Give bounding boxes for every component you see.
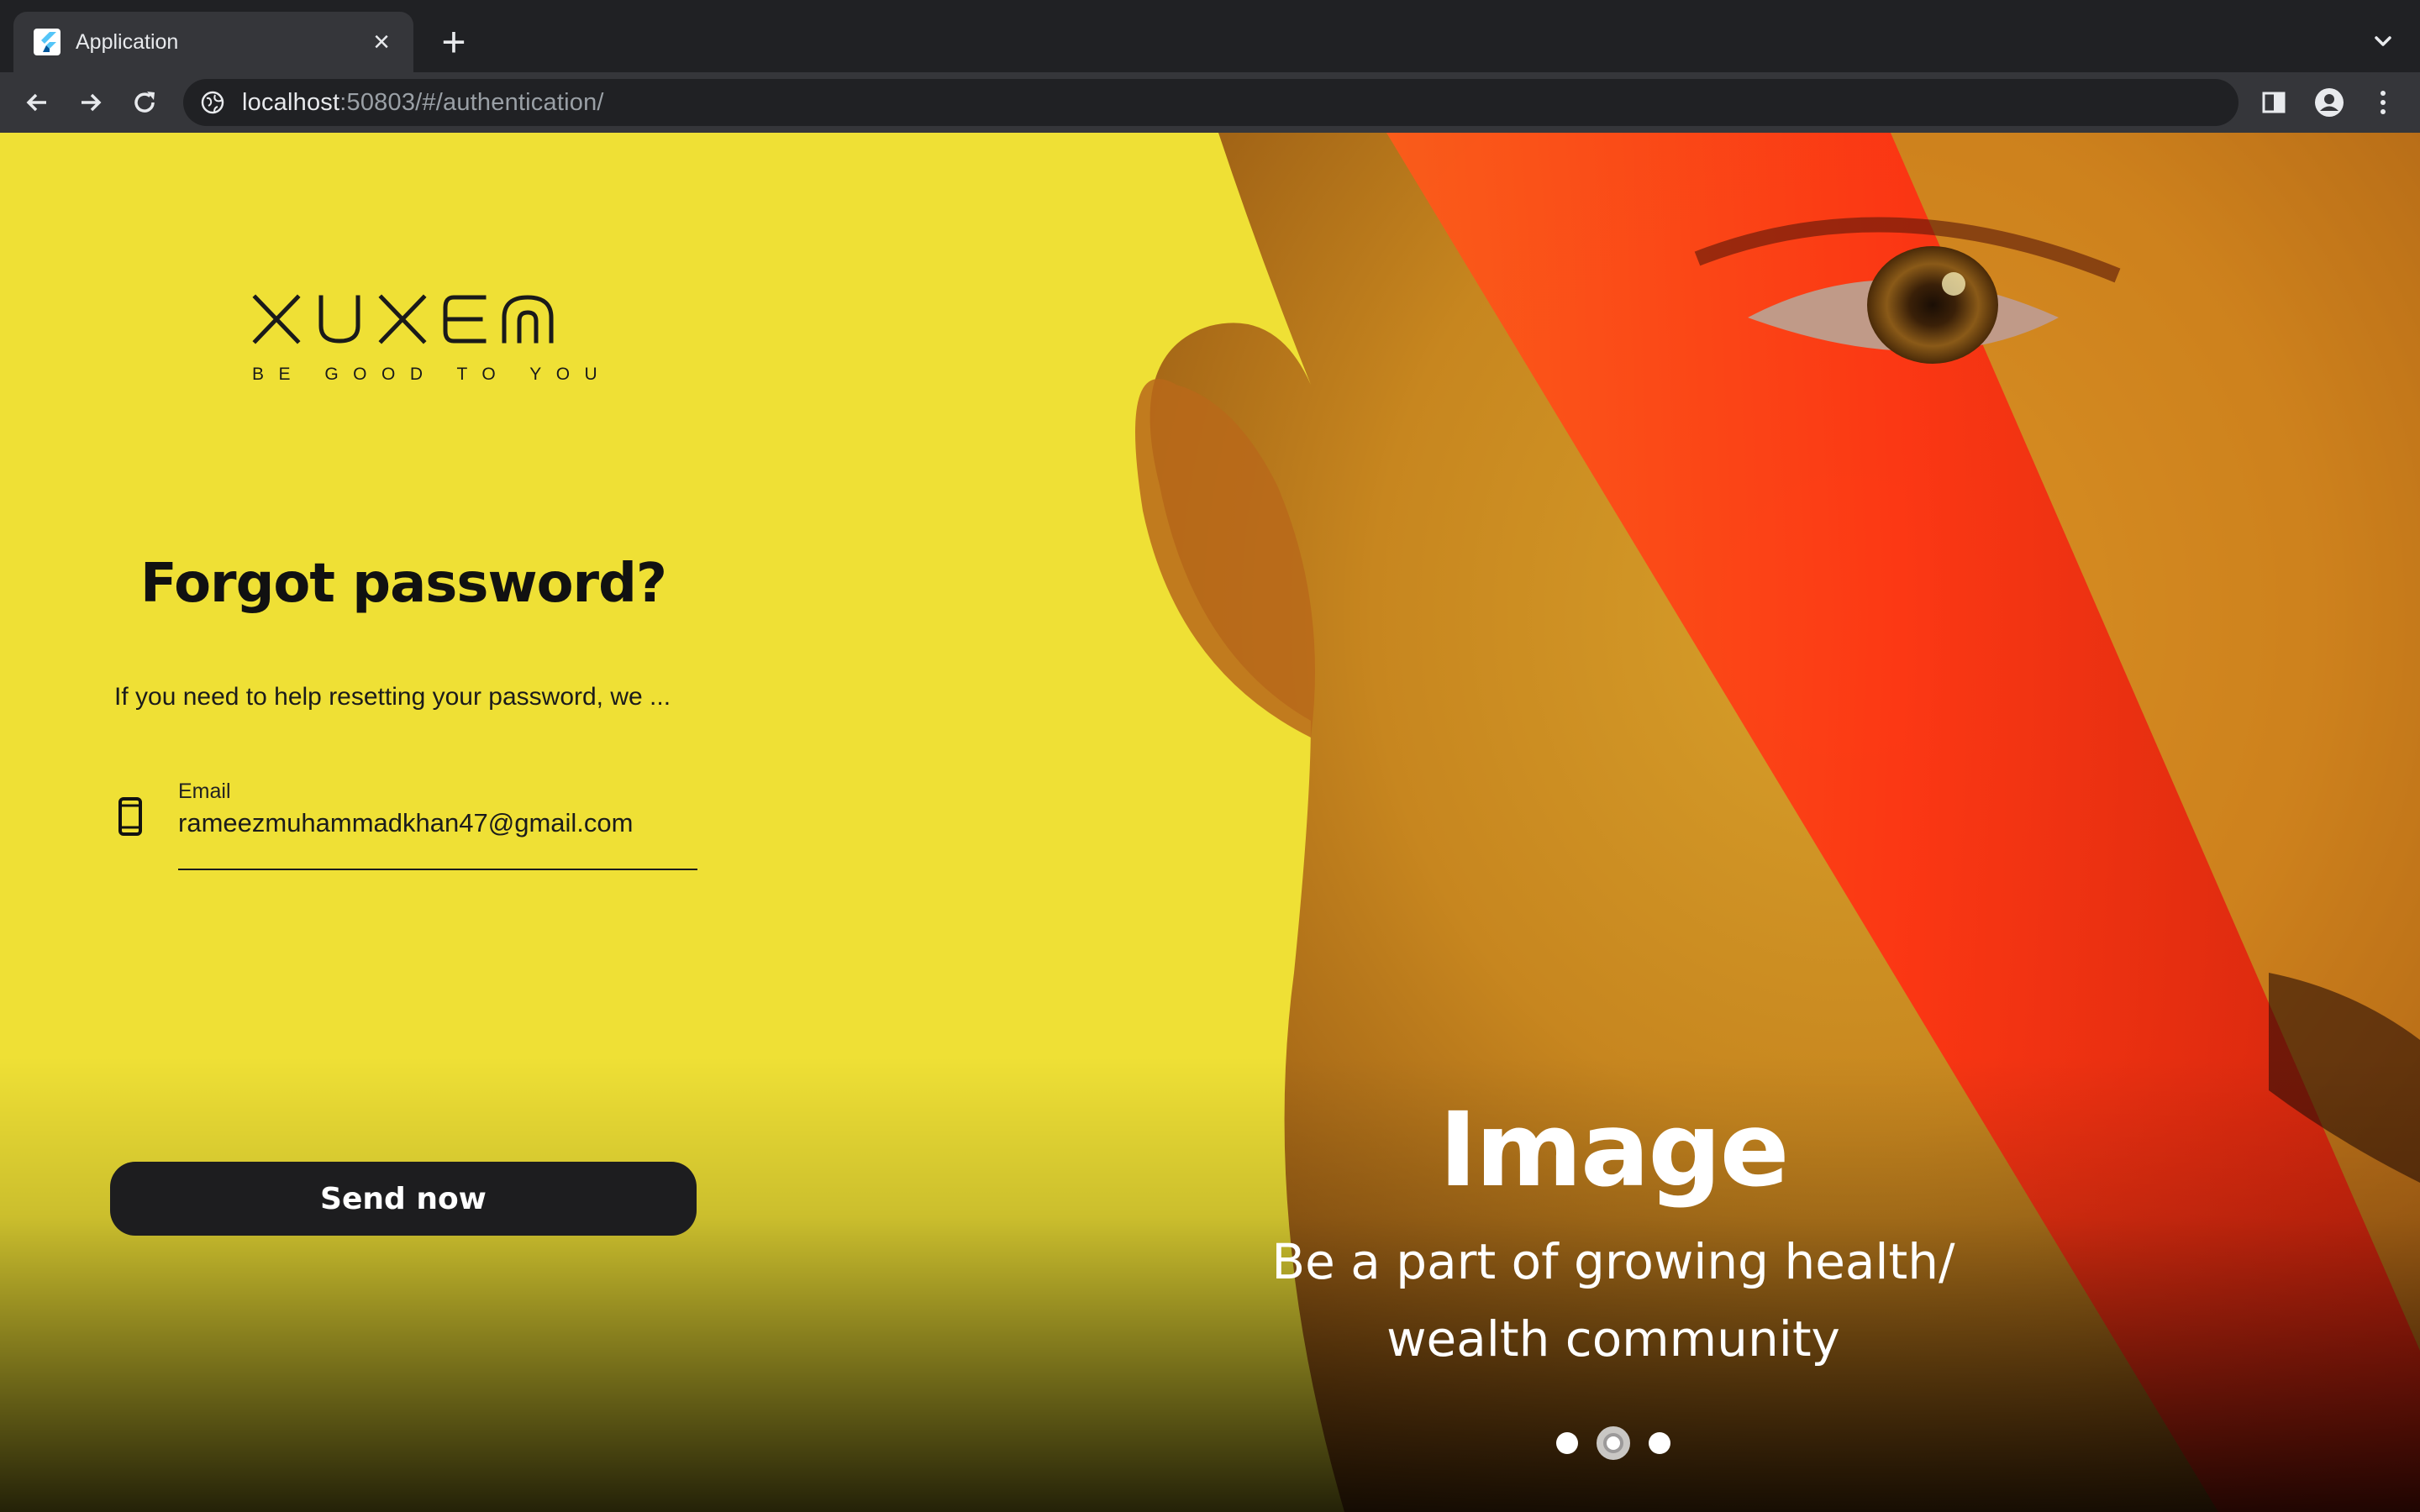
carousel-title: Image xyxy=(1439,1090,1790,1210)
menu-button[interactable] xyxy=(2363,82,2403,123)
tab-title: Application xyxy=(76,29,179,54)
carousel-indicators xyxy=(1556,1426,1674,1460)
brand-logo: BE GOOD TO YOU xyxy=(252,292,597,384)
flutter-icon xyxy=(34,29,60,55)
email-label: Email xyxy=(178,780,231,803)
arrow-left-icon xyxy=(26,93,46,112)
browser-tab-strip: Application × + xyxy=(0,0,2420,72)
phone-icon xyxy=(118,797,142,836)
url-host: localhost xyxy=(242,88,340,116)
reload-button[interactable] xyxy=(124,82,165,123)
page-viewport: BE GOOD TO YOU Forgot password? If you n… xyxy=(0,133,2420,1512)
new-tab-plus-icon[interactable]: + xyxy=(434,18,474,66)
more-vert-icon xyxy=(2381,91,2386,114)
chevron-down-icon[interactable] xyxy=(2363,25,2403,59)
side-panel-button[interactable] xyxy=(2254,82,2294,123)
browser-tab[interactable]: Application × xyxy=(13,12,413,72)
url-text: localhost:50803/#/authentication/ xyxy=(242,89,604,117)
email-underline xyxy=(178,869,697,870)
carousel-dot-3[interactable] xyxy=(1649,1432,1670,1454)
xuxem-logo xyxy=(252,294,554,344)
carousel-caption-line-2: wealth community xyxy=(1386,1310,1840,1368)
forward-button[interactable] xyxy=(71,82,111,123)
carousel-caption: Be a part of growing health/ wealth comm… xyxy=(1210,1223,2017,1378)
avatar-icon xyxy=(2315,88,2344,117)
close-icon[interactable]: × xyxy=(366,27,397,57)
browser-toolbar: localhost:50803/#/authentication/ xyxy=(0,72,2420,133)
back-button[interactable] xyxy=(17,82,57,123)
address-bar[interactable]: localhost:50803/#/authentication/ xyxy=(183,79,2238,126)
side-panel-icon xyxy=(2262,92,2286,113)
carousel-dot-1[interactable] xyxy=(1556,1432,1578,1454)
carousel-caption-line-1: Be a part of growing health/ xyxy=(1271,1233,1955,1290)
carousel-dot-2-active[interactable] xyxy=(1597,1426,1630,1460)
send-now-button[interactable]: Send now xyxy=(110,1162,697,1236)
url-path: :50803/#/authentication/ xyxy=(339,88,604,116)
arrow-right-icon xyxy=(82,93,102,112)
form-description: If you need to help resetting your passw… xyxy=(114,683,671,711)
email-field[interactable]: Email rameezmuhammadkhan47@gmail.com xyxy=(114,780,697,874)
page-title: Forgot password? xyxy=(139,553,667,615)
email-input[interactable]: rameezmuhammadkhan47@gmail.com xyxy=(178,808,633,838)
site-info-icon[interactable] xyxy=(200,90,225,115)
brand-tagline: BE GOOD TO YOU xyxy=(252,365,613,384)
reload-icon xyxy=(134,92,155,113)
profile-button[interactable] xyxy=(2309,82,2349,123)
